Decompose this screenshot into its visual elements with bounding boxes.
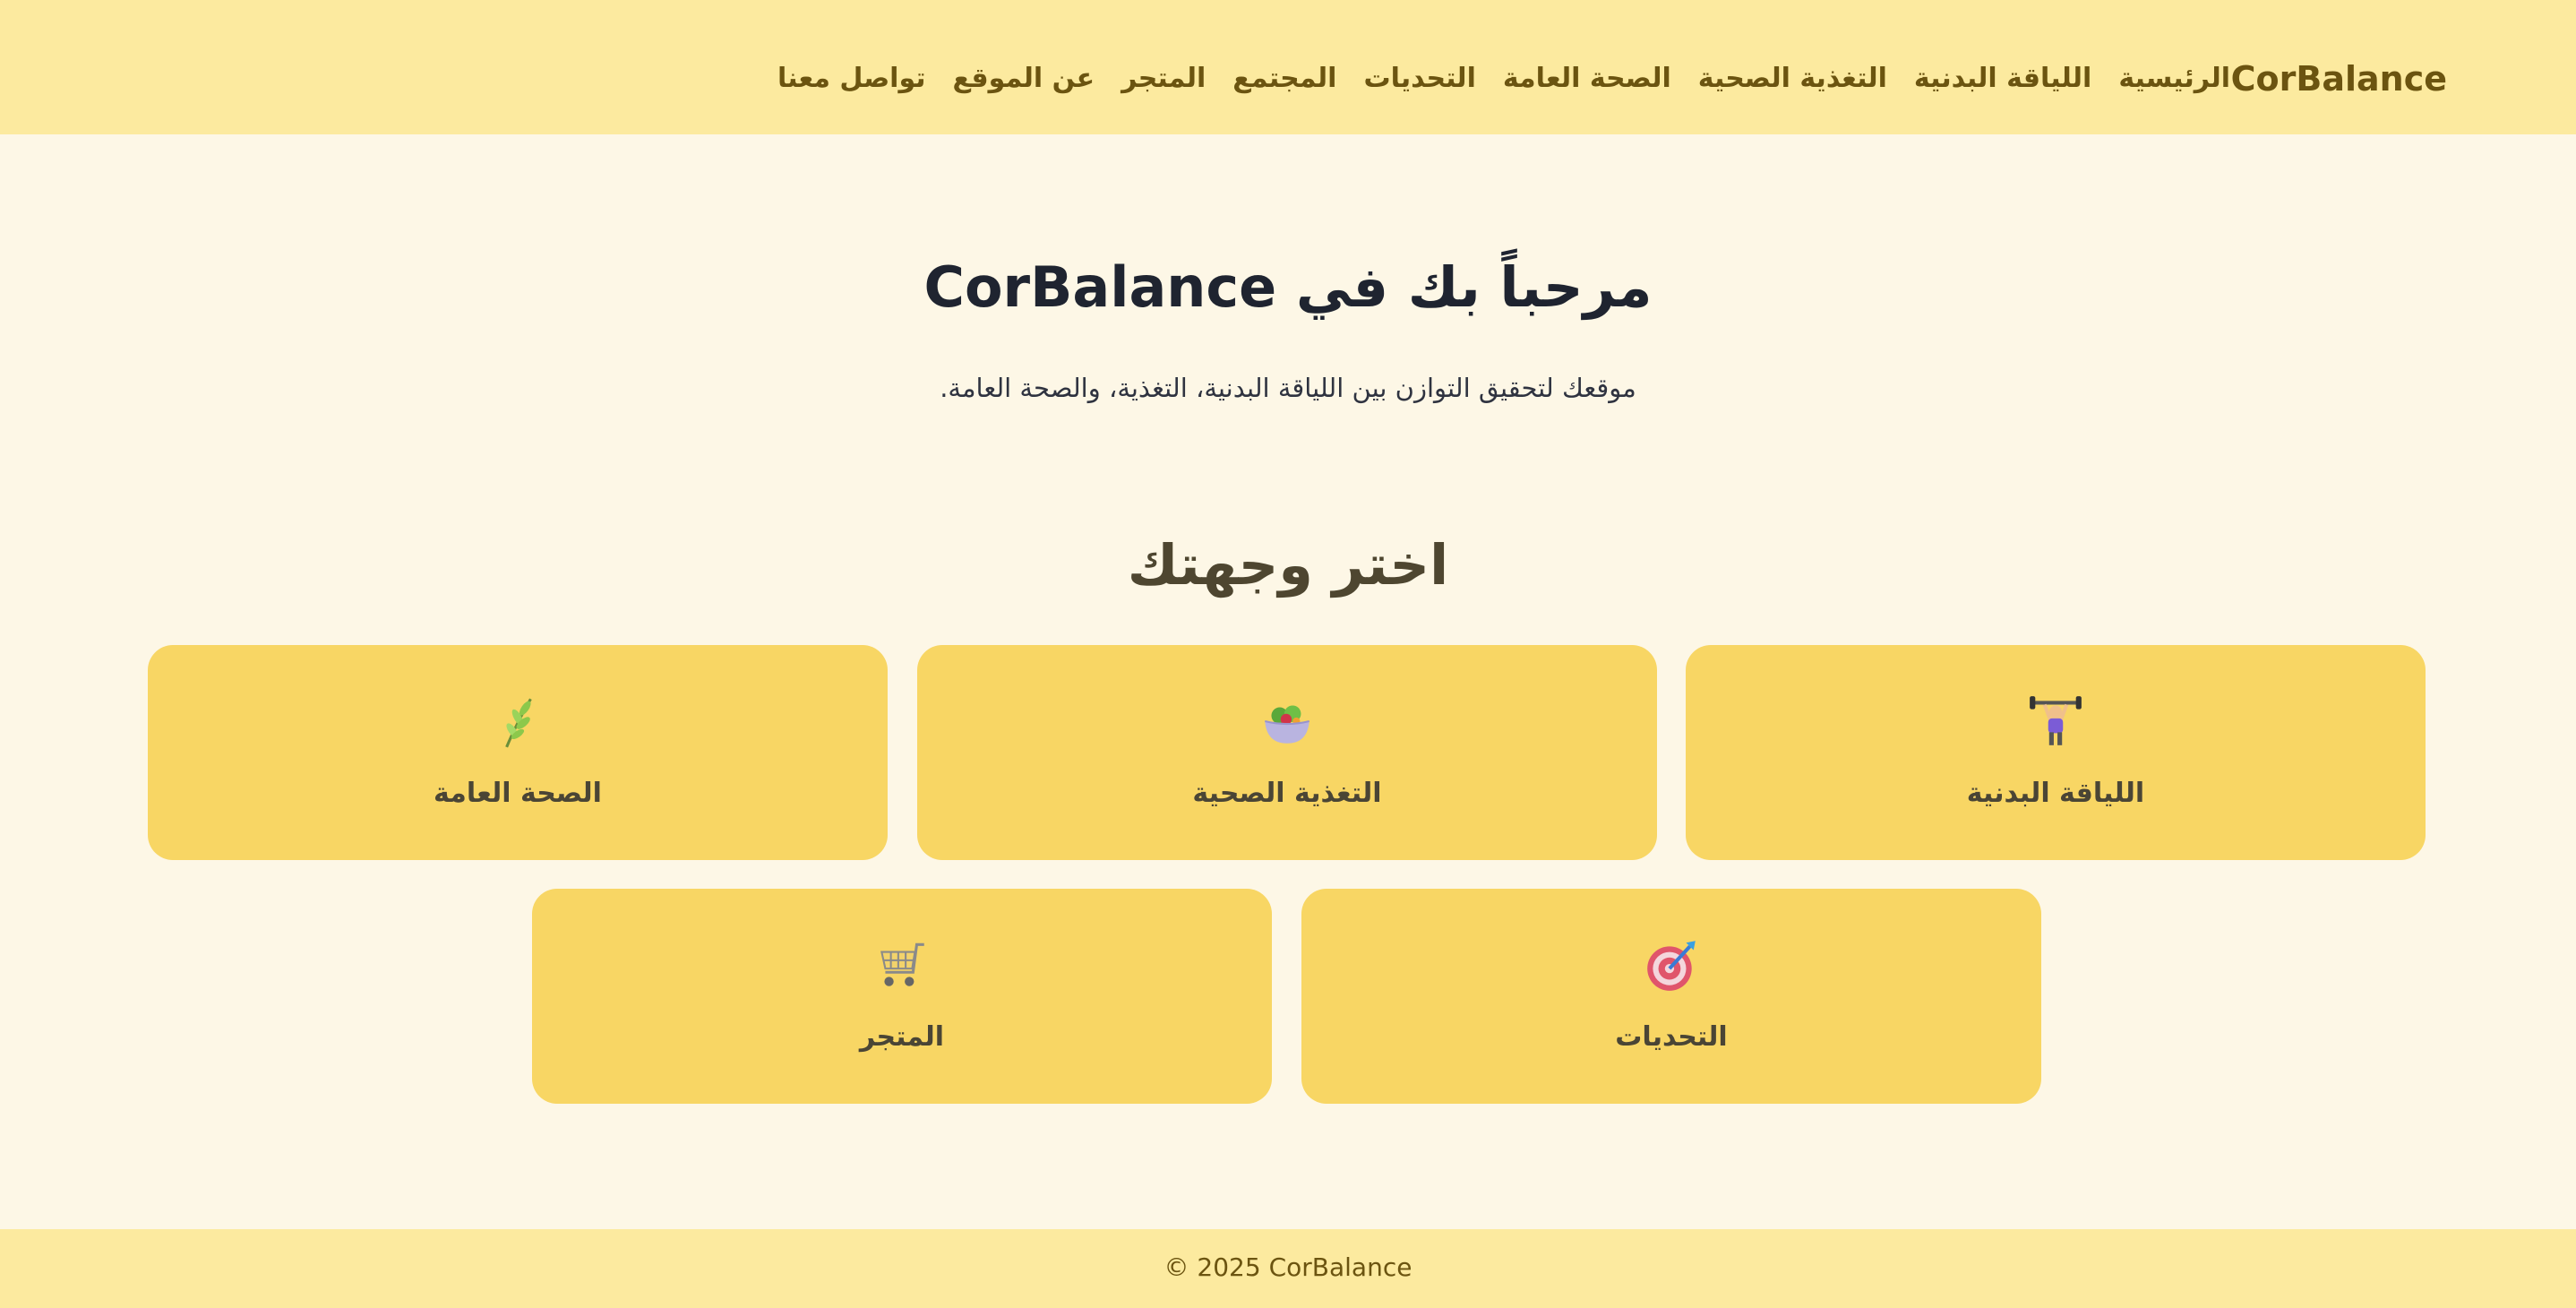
hero-title: مرحباً بك في CorBalance [923,254,1653,320]
card-nutrition[interactable]: التغذية الصحية [917,645,1657,860]
card-general-health[interactable]: الصحة العامة [148,645,888,860]
brand-logo[interactable]: CorBalance [2231,59,2447,99]
nav-item-community[interactable]: المجتمع [1232,63,1336,94]
hero-subtitle: موقعك لتحقيق التوازن بين اللياقة البدنية… [940,373,1636,403]
card-label: اللياقة البدنية [1966,778,2145,809]
card-store[interactable]: المتجر [532,889,1272,1104]
site-footer: © 2025 CorBalance [0,1229,2576,1308]
card-label: الصحة العامة [434,778,602,809]
card-fitness[interactable]: اللياقة البدنية [1686,645,2426,860]
site-header: CorBalance الرئيسية اللياقة البدنية التغ… [0,0,2576,134]
main-nav: الرئيسية اللياقة البدنية التغذية الصحية … [777,63,2230,94]
nav-item-nutrition[interactable]: التغذية الصحية [1698,63,1887,94]
shopping-cart-icon [532,935,1272,998]
card-label: المتجر [859,1021,945,1053]
card-label: التحديات [1615,1021,1728,1053]
salad-bowl-icon [917,692,1657,754]
nav-item-about[interactable]: عن الموقع [953,63,1095,94]
herb-icon [148,692,888,754]
nav-item-store[interactable]: المتجر [1121,63,1206,94]
nav-item-challenges[interactable]: التحديات [1363,63,1475,94]
destinations-title: اختر وجهتك [1127,532,1449,598]
card-challenges[interactable]: التحديات [1301,889,2041,1104]
nav-item-general-health[interactable]: الصحة العامة [1503,63,1671,94]
nav-item-home[interactable]: الرئيسية [2118,63,2230,94]
weightlifter-icon [1686,692,2426,754]
target-icon [1301,935,2041,998]
nav-item-contact[interactable]: تواصل معنا [777,63,926,94]
nav-item-fitness[interactable]: اللياقة البدنية [1914,63,2091,94]
card-label: التغذية الصحية [1192,778,1382,809]
copyright-text: © 2025 CorBalance [1163,1252,1413,1282]
